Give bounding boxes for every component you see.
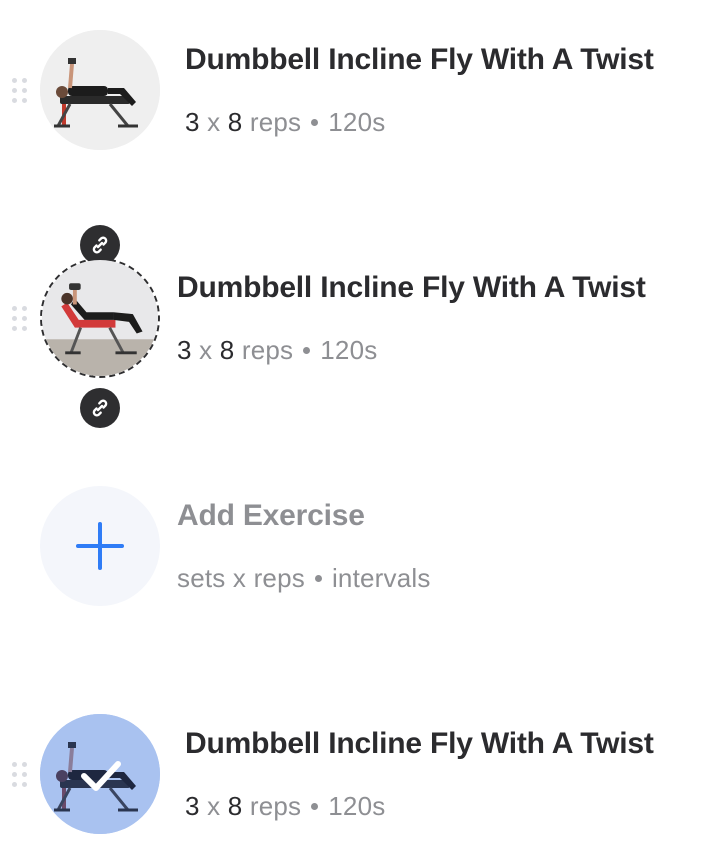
exercise-thumbnail <box>40 714 160 834</box>
sets-value: 3 <box>185 791 200 821</box>
add-exercise-row[interactable]: Add Exercise sets x reps intervals <box>0 481 710 611</box>
exercise-row[interactable]: Dumbbell Incline Fly With A Twist 3 x 8 … <box>0 709 710 839</box>
exercise-title[interactable]: Dumbbell Incline Fly With A Twist <box>185 43 654 77</box>
drag-handle-icon[interactable] <box>10 305 30 331</box>
add-exercise-title[interactable]: Add Exercise <box>177 499 365 533</box>
sets-value: 3 <box>177 335 192 365</box>
add-exercise-hint: sets x reps intervals <box>177 563 431 594</box>
reps-value: 8 <box>227 107 243 137</box>
times-sign: x <box>232 563 247 593</box>
exercise-row[interactable]: Dumbbell Incline Fly With A Twist 3 x 8 … <box>0 25 710 155</box>
separator-dot <box>303 346 311 354</box>
separator-dot <box>311 802 319 810</box>
link-icon[interactable] <box>80 388 120 428</box>
add-exercise-button[interactable] <box>40 486 160 606</box>
plus-icon <box>76 522 124 570</box>
reps-label: reps <box>253 563 305 593</box>
reps-label: reps <box>249 791 302 821</box>
intervals-label: intervals <box>331 563 431 593</box>
reps-value: 8 <box>219 335 235 365</box>
exercise-title[interactable]: Dumbbell Incline Fly With A Twist <box>177 271 646 305</box>
rest-value: 120s <box>320 335 378 365</box>
times-sign: x <box>199 335 213 365</box>
exercise-thumbnail <box>40 30 160 150</box>
exercise-row[interactable]: Dumbbell Incline Fly With A Twist 3 x 8 … <box>0 225 710 428</box>
exercise-thumbnail <box>40 258 160 378</box>
reps-label: reps <box>241 335 294 365</box>
reps-value: 8 <box>227 791 243 821</box>
sets-value: 3 <box>185 107 200 137</box>
separator-dot <box>314 574 322 582</box>
exercise-meta: 3 x 8 reps 120s <box>185 107 385 138</box>
exercise-title[interactable]: Dumbbell Incline Fly With A Twist <box>185 727 654 761</box>
sets-label: sets <box>177 563 226 593</box>
exercise-meta: 3 x 8 reps 120s <box>185 791 385 822</box>
reps-label: reps <box>249 107 302 137</box>
drag-handle-icon[interactable] <box>10 77 30 103</box>
times-sign: x <box>207 791 221 821</box>
separator-dot <box>311 118 319 126</box>
rest-value: 120s <box>328 791 386 821</box>
times-sign: x <box>207 107 221 137</box>
rest-value: 120s <box>328 107 386 137</box>
drag-handle-icon[interactable] <box>10 761 30 787</box>
exercise-meta: 3 x 8 reps 120s <box>177 335 377 366</box>
